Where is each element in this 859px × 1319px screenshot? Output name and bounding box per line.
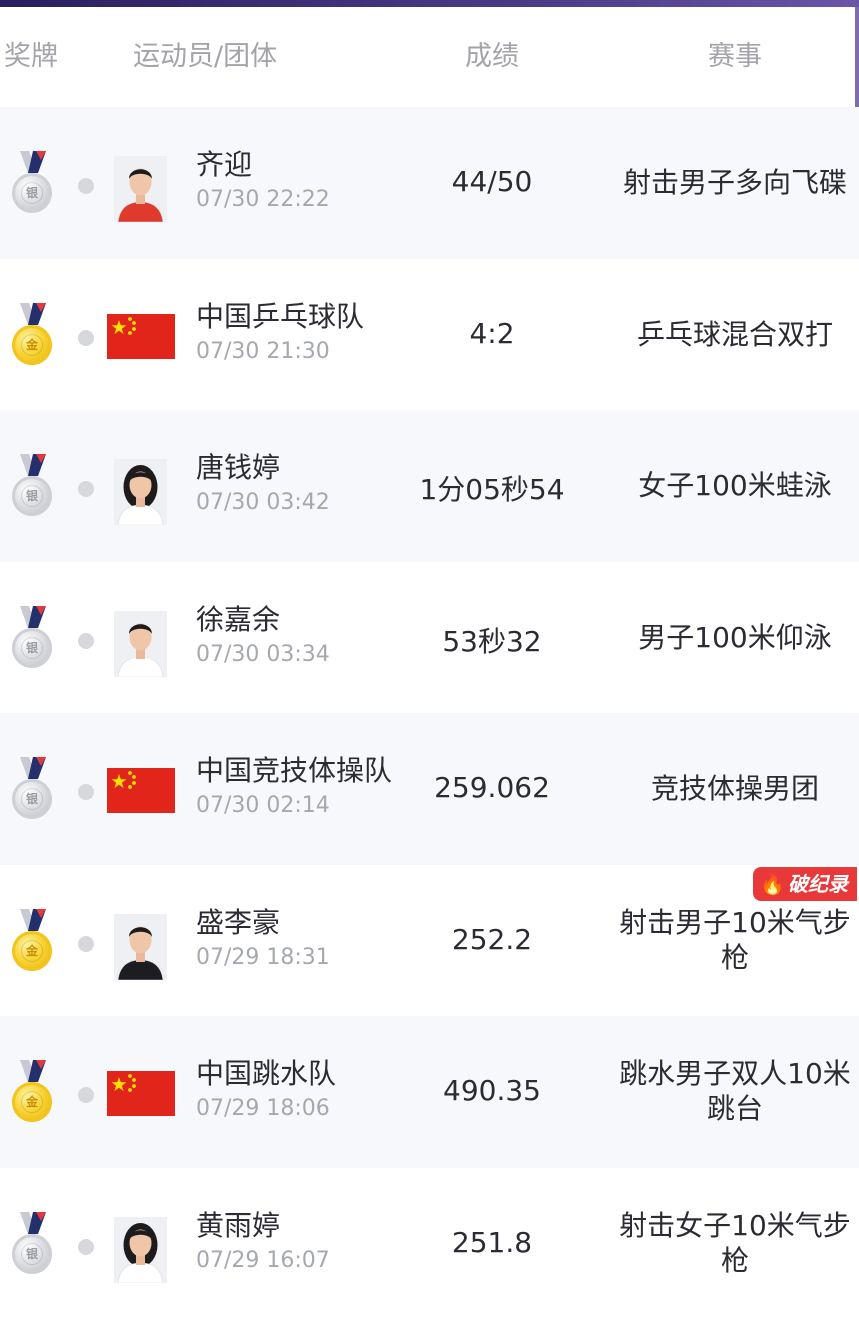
event-name[interactable]: 射击男子多向飞碟 — [612, 165, 858, 200]
score-value: 259.062 — [410, 771, 574, 804]
china-flag-icon — [107, 314, 175, 359]
status-dot — [78, 1239, 94, 1255]
medal-label: 金 — [21, 940, 43, 962]
table-header: 奖牌 运动员/团体 成绩 赛事 — [0, 7, 859, 107]
medal-coin: 银 — [12, 1234, 52, 1274]
medal-label: 金 — [21, 334, 43, 356]
record-label: 破纪录 — [788, 872, 848, 896]
medal-label: 银 — [21, 485, 43, 507]
china-flag-icon — [107, 1071, 175, 1116]
medal-time: 07/30 21:30 — [196, 339, 330, 364]
status-dot — [78, 481, 94, 497]
fire-icon: 🔥 — [760, 872, 785, 896]
medal-ribbon-icon — [20, 606, 46, 628]
medal-label: 金 — [21, 1091, 43, 1113]
medal-time: 07/29 18:06 — [196, 1096, 330, 1121]
score-value: 252.2 — [410, 923, 574, 956]
medal-coin: 银 — [12, 628, 52, 668]
silver-medal-icon: 银 — [11, 757, 57, 823]
medal-list: 银 齐迎 07/30 22:22 44/50 射击男子多向飞碟金 中国乒乓球队 07/30 … — [0, 107, 859, 1319]
medal-ribbon-icon — [20, 151, 46, 173]
score-value: 44/50 — [410, 165, 574, 198]
table-row[interactable]: 银 中国竞技体操队 07/30 02:14 259.062 竞技体操男团 — [0, 713, 859, 865]
athlete-name[interactable]: 唐钱婷 — [196, 446, 280, 486]
score-value: 1分05秒54 — [410, 468, 574, 508]
medal-label: 银 — [21, 1243, 43, 1265]
event-name[interactable]: 乒乓球混合双打 — [612, 317, 858, 352]
table-row[interactable]: 金 中国乒乓球队 07/30 21:30 4:2 乒乓球混合双打 — [0, 259, 859, 411]
medal-ribbon-icon — [20, 303, 46, 325]
event-name[interactable]: 男子100米仰泳 — [612, 620, 858, 655]
event-name[interactable]: 射击男子10米气步枪 — [612, 905, 858, 975]
medal-label: 银 — [21, 182, 43, 204]
silver-medal-icon: 银 — [11, 606, 57, 672]
athlete-avatar — [114, 459, 167, 525]
table-row[interactable]: 银 唐钱婷 07/30 03:42 1分05秒54 女子100米蛙泳 — [0, 410, 859, 562]
medal-label: 银 — [21, 637, 43, 659]
event-name[interactable]: 竞技体操男团 — [612, 771, 858, 806]
table-row[interactable]: 银黄雨婷07/29 16:07251.8射击女子10米气步枪 — [0, 1168, 859, 1319]
athlete-avatar — [114, 1217, 167, 1283]
table-row[interactable]: 银 齐迎 07/30 22:22 44/50 射击男子多向飞碟 — [0, 107, 859, 259]
athlete-name[interactable]: 盛李豪 — [196, 901, 280, 941]
header-event: 赛事 — [615, 7, 855, 107]
table-row[interactable]: 银 徐嘉余 07/30 03:34 53秒32 男子100米仰泳 — [0, 562, 859, 714]
medal-time: 07/30 02:14 — [196, 793, 330, 818]
status-dot — [78, 178, 94, 194]
score-value: 490.35 — [410, 1074, 574, 1107]
medal-ribbon-icon — [20, 1212, 46, 1234]
score-value: 4:2 — [410, 317, 574, 350]
score-value: 251.8 — [410, 1226, 574, 1259]
medal-time: 07/30 03:42 — [196, 490, 330, 515]
medal-ribbon-icon — [20, 757, 46, 779]
medal-coin: 银 — [12, 476, 52, 516]
silver-medal-icon: 银 — [11, 454, 57, 520]
medal-coin: 金 — [12, 1082, 52, 1122]
china-flag-icon — [107, 768, 175, 813]
gold-medal-icon: 金 — [11, 909, 57, 975]
athlete-name[interactable]: 黄雨婷 — [196, 1204, 280, 1244]
medal-ribbon-icon — [20, 1060, 46, 1082]
gold-medal-icon: 金 — [11, 1060, 57, 1126]
medal-ribbon-icon — [20, 909, 46, 931]
medal-coin: 银 — [12, 779, 52, 819]
table-row[interactable]: 金 盛李豪 07/29 18:31 252.2 射击男子10米气步枪 🔥破纪录 — [0, 865, 859, 1017]
medal-ribbon-icon — [20, 454, 46, 476]
athlete-name[interactable]: 中国竞技体操队 — [196, 749, 392, 789]
status-dot — [78, 936, 94, 952]
silver-medal-icon: 银 — [11, 151, 57, 217]
medal-label: 银 — [21, 788, 43, 810]
table-row[interactable]: 金 中国跳水队 07/29 18:06 490.35 跳水男子双人10米跳台 — [0, 1016, 859, 1168]
event-name[interactable]: 射击女子10米气步枪 — [612, 1208, 858, 1278]
status-dot — [78, 633, 94, 649]
medal-coin: 金 — [12, 931, 52, 971]
silver-medal-icon: 银 — [11, 1212, 57, 1278]
athlete-name[interactable]: 齐迎 — [196, 143, 252, 183]
medal-time: 07/30 22:22 — [196, 187, 330, 212]
athlete-name[interactable]: 徐嘉余 — [196, 598, 280, 638]
gold-medal-icon: 金 — [11, 303, 57, 369]
athlete-avatar — [114, 156, 167, 222]
athlete-avatar — [114, 914, 167, 980]
header-athlete: 运动员/团体 — [133, 7, 277, 107]
score-value: 53秒32 — [410, 620, 574, 660]
medal-coin: 银 — [12, 173, 52, 213]
event-name[interactable]: 跳水男子双人10米跳台 — [612, 1056, 858, 1126]
record-badge: 🔥破纪录 — [753, 867, 857, 901]
status-dot — [78, 784, 94, 800]
header-medal: 奖牌 — [4, 7, 58, 107]
top-accent-bar — [0, 0, 859, 7]
medal-time: 07/29 18:31 — [196, 945, 330, 970]
athlete-name[interactable]: 中国乒乓球队 — [196, 295, 364, 335]
event-name[interactable]: 女子100米蛙泳 — [612, 468, 858, 503]
status-dot — [78, 1087, 94, 1103]
athlete-name[interactable]: 中国跳水队 — [196, 1052, 336, 1092]
status-dot — [78, 330, 94, 346]
medal-coin: 金 — [12, 325, 52, 365]
athlete-avatar — [114, 611, 167, 677]
medal-time: 07/30 03:34 — [196, 642, 330, 667]
header-score: 成绩 — [422, 7, 562, 107]
